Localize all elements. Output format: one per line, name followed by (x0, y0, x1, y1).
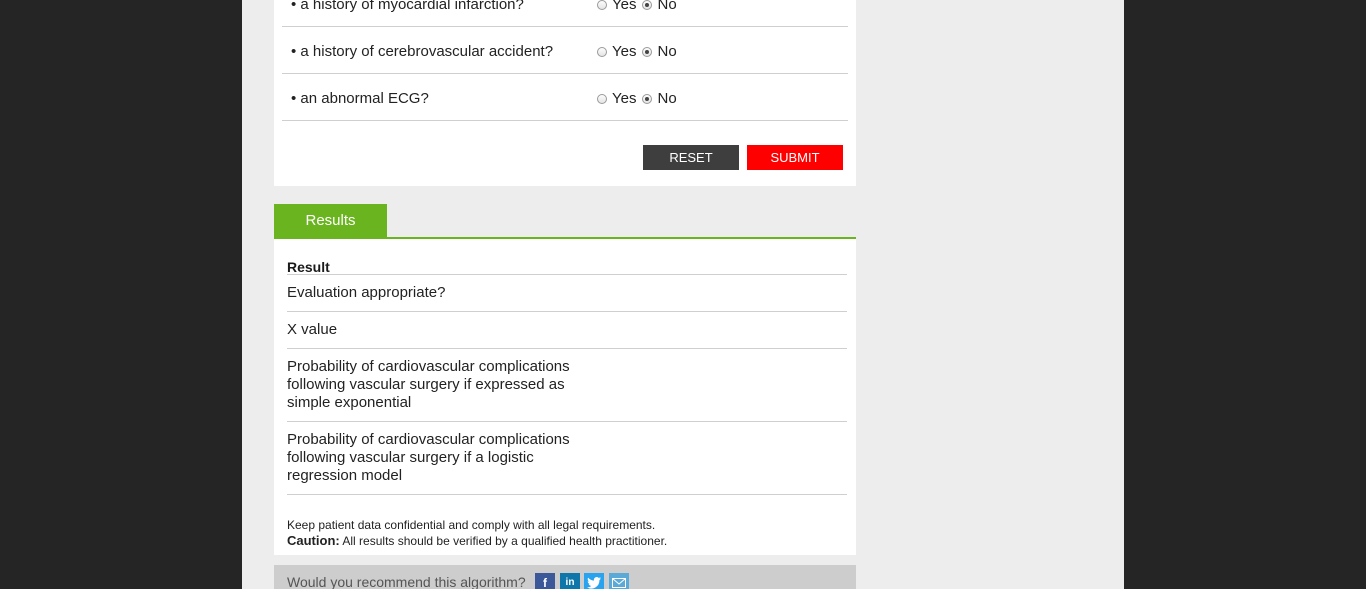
caution-label: Caution: (287, 533, 340, 548)
yes-radio[interactable] (597, 93, 607, 104)
results-heading: Result (287, 259, 330, 275)
results-tab[interactable]: Results (274, 204, 387, 238)
no-label: No (657, 43, 677, 60)
divider (287, 421, 847, 422)
no-label: No (657, 90, 677, 107)
result-row-label: Probability of cardiovascular complicati… (287, 431, 570, 484)
submit-button[interactable]: SUBMIT (747, 145, 843, 170)
divider (287, 348, 847, 349)
caution-note: Caution: All results should be verified … (287, 533, 667, 549)
yes-label: Yes (612, 90, 637, 107)
caution-text: All results should be verified by a qual… (342, 534, 668, 548)
facebook-icon[interactable]: f (535, 573, 555, 589)
no-radio[interactable] (642, 46, 653, 57)
question-row: • a history of cerebrovascular accident?… (282, 27, 848, 74)
question-form: • a history of myocardial infarction? Ye… (274, 0, 856, 186)
disclaimer: Keep patient data confidential and compl… (287, 517, 667, 549)
result-row-label: Evaluation appropriate? (287, 284, 446, 301)
content-column: • a history of myocardial infarction? Ye… (242, 0, 1124, 589)
yes-radio[interactable] (597, 0, 607, 10)
linkedin-icon[interactable]: in (560, 573, 580, 589)
yes-no-group: Yes No (597, 0, 683, 13)
divider (287, 274, 847, 275)
question-label: • a history of myocardial infarction? (291, 0, 524, 13)
results-panel: Result Evaluation appropriate? X value P… (274, 237, 856, 555)
yes-radio[interactable] (597, 46, 607, 57)
no-radio[interactable] (642, 93, 653, 104)
question-label: • a history of cerebrovascular accident? (291, 43, 554, 60)
yes-no-group: Yes No (597, 90, 683, 107)
recommend-text: Would you recommend this algorithm? (287, 574, 526, 589)
reset-button[interactable]: RESET (643, 145, 739, 170)
no-label: No (657, 0, 677, 13)
divider (287, 494, 847, 495)
question-row: • a history of myocardial infarction? Ye… (282, 0, 848, 27)
yes-label: Yes (612, 0, 637, 13)
divider (287, 311, 847, 312)
result-row-label: X value (287, 321, 338, 338)
question-label: • an abnormal ECG? (291, 90, 429, 107)
question-row: • an abnormal ECG? Yes No (282, 74, 848, 121)
no-radio[interactable] (642, 0, 653, 10)
confidentiality-note: Keep patient data confidential and compl… (287, 518, 656, 532)
yes-label: Yes (612, 43, 637, 60)
recommend-bar: Would you recommend this algorithm? f in (274, 565, 856, 589)
yes-no-group: Yes No (597, 43, 683, 60)
email-icon[interactable] (609, 573, 629, 589)
twitter-icon[interactable] (584, 573, 604, 589)
result-row-label: Probability of cardiovascular complicati… (287, 358, 570, 411)
